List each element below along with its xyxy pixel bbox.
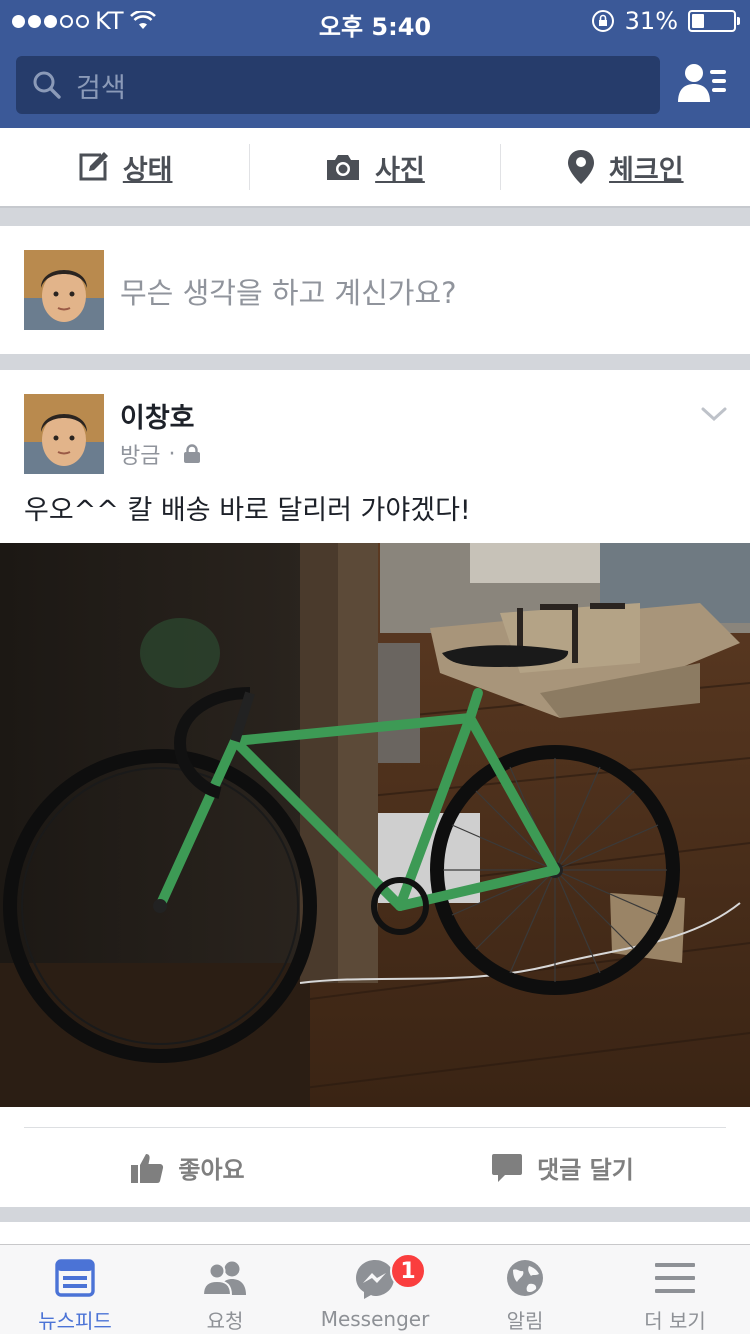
tab-requests[interactable]: 요청 — [150, 1245, 300, 1334]
post-photo[interactable] — [0, 543, 750, 1107]
composer-action-bar: 상태 사진 체크인 — [0, 128, 750, 208]
feed-post: 이창호 방금 · 우오^^ 칼 배송 바로 달리러 가야겠다! 좋아요 댓글 달… — [0, 370, 750, 1207]
post-time[interactable]: 방금 — [120, 438, 160, 470]
menu-icon — [655, 1263, 695, 1293]
composer-prompt: 무슨 생각을 하고 계신가요? — [120, 276, 457, 310]
tab-messenger-label: Messenger — [320, 1307, 430, 1331]
search-input[interactable]: 검색 — [16, 56, 660, 114]
like-label: 좋아요 — [178, 1156, 245, 1184]
avatar — [24, 250, 104, 330]
checkin-button[interactable]: 체크인 — [501, 144, 750, 190]
meta-separator: · — [168, 441, 176, 467]
tab-messenger[interactable]: Messenger 1 — [300, 1245, 450, 1334]
status-button-label: 상태 — [122, 154, 173, 186]
lock-icon — [184, 444, 201, 463]
photo-button[interactable]: 사진 — [250, 144, 501, 190]
status-right: 31% — [591, 7, 740, 35]
comment-icon — [492, 1153, 523, 1182]
search-placeholder: 검색 — [76, 72, 126, 104]
tab-more-label: 더 보기 — [644, 1309, 706, 1333]
post-text: 우오^^ 칼 배송 바로 달리러 가야겠다! — [24, 495, 471, 526]
edit-icon — [79, 152, 108, 181]
checkin-button-label: 체크인 — [609, 154, 684, 186]
newsfeed-icon — [55, 1259, 95, 1297]
tab-newsfeed[interactable]: 뉴스피드 — [0, 1245, 150, 1334]
rotation-lock-icon — [591, 10, 614, 32]
post-meta: 방금 · — [120, 438, 201, 470]
friends-list-icon[interactable] — [676, 60, 730, 106]
status-composer[interactable]: 무슨 생각을 하고 계신가요? — [0, 226, 750, 354]
like-button[interactable]: 좋아요 — [0, 1128, 375, 1207]
top-bar: KT 오후 5:40 31% 검색 — [0, 0, 750, 128]
friend-requests-icon — [202, 1261, 246, 1296]
post-author-name[interactable]: 이창호 — [120, 396, 195, 435]
location-pin-icon — [568, 150, 595, 184]
tab-more[interactable]: 더 보기 — [600, 1245, 750, 1334]
post-options-chevron-icon[interactable] — [700, 400, 728, 428]
comment-button[interactable]: 댓글 달기 — [375, 1128, 750, 1207]
tab-notifications-label: 알림 — [506, 1309, 544, 1333]
post-actions: 좋아요 댓글 달기 — [0, 1128, 750, 1207]
search-icon — [33, 71, 61, 99]
messenger-badge: 1 — [390, 1253, 426, 1289]
thumbs-up-icon — [131, 1153, 164, 1183]
battery-icon — [688, 10, 740, 32]
globe-icon — [507, 1260, 543, 1296]
post-author-avatar[interactable] — [24, 394, 104, 474]
battery-percent: 31% — [624, 7, 678, 35]
tab-requests-label: 요청 — [206, 1309, 244, 1333]
camera-icon — [327, 155, 360, 180]
tab-newsfeed-label: 뉴스피드 — [38, 1309, 112, 1333]
comment-label: 댓글 달기 — [537, 1156, 634, 1184]
photo-button-label: 사진 — [375, 154, 425, 186]
messenger-icon — [356, 1260, 394, 1299]
bottom-tab-bar: 뉴스피드 요청 Messenger 1 알림 더 보기 — [0, 1244, 750, 1334]
status-bar: KT 오후 5:40 31% — [0, 0, 750, 42]
tab-notifications[interactable]: 알림 — [450, 1245, 600, 1334]
status-button[interactable]: 상태 — [0, 144, 251, 190]
